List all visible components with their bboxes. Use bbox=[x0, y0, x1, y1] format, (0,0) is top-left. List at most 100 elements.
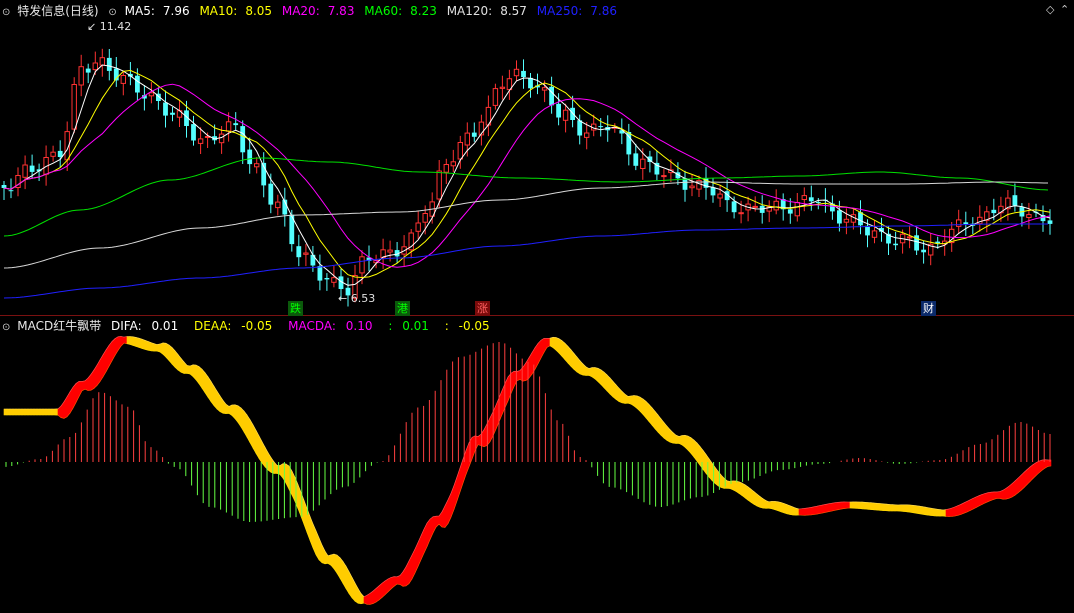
macd-ribbon-segment bbox=[150, 342, 155, 352]
candle-body-down bbox=[163, 102, 168, 116]
macd-ribbon-segment bbox=[192, 364, 197, 381]
candle-body-up bbox=[541, 87, 548, 91]
stock-chart-window[interactable]: ⊙ 特发信息(日线) ⊙ MA5: 7.96 MA10: 8.05 MA20: 7.8… bbox=[0, 0, 1074, 613]
macd-ribbon-segment bbox=[30, 408, 35, 416]
macd-ribbon-segment bbox=[714, 466, 719, 487]
chevron-up-icon[interactable]: ⌃ bbox=[1060, 3, 1069, 16]
event-marker-rise[interactable]: 涨 bbox=[475, 301, 490, 316]
candle-body-up bbox=[717, 193, 723, 199]
deaa-label: DEAA: -0.05 bbox=[194, 319, 273, 333]
macd-ribbon-segment bbox=[894, 504, 899, 512]
macd-ribbon-segment bbox=[912, 504, 917, 514]
macd-ribbon-segment bbox=[870, 502, 875, 511]
candle-body-down bbox=[921, 249, 926, 253]
macd-title[interactable]: MACD红牛飘带 bbox=[17, 319, 101, 333]
pane-divider[interactable] bbox=[0, 315, 1074, 316]
macd-ribbon-segment bbox=[945, 508, 950, 517]
chevron-up-icon[interactable]: ⊙ bbox=[108, 7, 116, 18]
high-price-label: ↙ 11.42 bbox=[87, 20, 132, 33]
ma60-line bbox=[3, 157, 1049, 237]
pane-toggle-icon[interactable]: ⊙ bbox=[2, 7, 10, 18]
macd-ribbon-segment bbox=[87, 373, 92, 391]
macd-ribbon-segment bbox=[15, 408, 20, 416]
stock-title[interactable]: 特发信息(日线) bbox=[17, 4, 98, 18]
candle-body-up bbox=[22, 164, 28, 178]
candle-body-up bbox=[50, 151, 56, 157]
macd-ribbon-segment bbox=[861, 501, 866, 510]
candle-body-down bbox=[57, 150, 63, 157]
candle-body-down bbox=[191, 124, 196, 141]
candle-body-up bbox=[689, 185, 695, 189]
candle-body-up bbox=[303, 252, 309, 255]
ma120-line bbox=[3, 181, 1048, 269]
macd-ribbon-segment bbox=[963, 500, 968, 514]
extra-label-2: : -0.05 bbox=[444, 319, 490, 333]
macd-ribbon-segment bbox=[111, 337, 116, 362]
macd-ribbon-segment bbox=[33, 408, 38, 416]
ma10-label: MA10: 8.05 bbox=[199, 4, 273, 18]
macd-ribbon-segment bbox=[966, 499, 971, 513]
macd-ribbon-segment bbox=[36, 408, 41, 416]
macd-ribbon-segment bbox=[138, 337, 143, 349]
pane-toggle-icon[interactable]: ⊙ bbox=[2, 322, 10, 333]
macd-ribbon-segment bbox=[798, 508, 803, 516]
macd-ribbon-segment bbox=[285, 463, 290, 490]
event-marker-finance[interactable]: 财 bbox=[921, 301, 936, 316]
candle-body-down bbox=[106, 57, 112, 71]
macd-ribbon-segment bbox=[234, 404, 239, 424]
macd-ribbon-segment bbox=[522, 361, 527, 382]
macd-ribbon-segment bbox=[291, 470, 296, 502]
candle-body-up bbox=[801, 195, 807, 201]
macd-ribbon-segment bbox=[993, 491, 998, 500]
macd-ribbon-segment bbox=[930, 507, 935, 517]
macd-ribbon-segment bbox=[819, 504, 824, 514]
macd-ribbon-segment bbox=[24, 408, 29, 416]
macd-ribbon-segment bbox=[939, 509, 944, 517]
candle-body-down bbox=[808, 197, 814, 202]
candle-body-down bbox=[787, 209, 793, 214]
candle-body-down bbox=[268, 183, 274, 205]
candle-body-up bbox=[254, 163, 260, 168]
macd-ribbon-segment bbox=[891, 504, 896, 512]
macd-ribbon-segment bbox=[876, 502, 881, 511]
macd-ribbon-segment bbox=[879, 503, 884, 511]
candle-body-up bbox=[871, 230, 878, 238]
candle-body-up bbox=[359, 256, 365, 274]
candle-body-up bbox=[92, 62, 98, 71]
macd-ribbon-segment bbox=[777, 501, 782, 513]
macd-ribbon-segment bbox=[516, 370, 521, 382]
chart-canvas[interactable] bbox=[0, 0, 1074, 613]
diamond-icon[interactable]: ◇ bbox=[1046, 3, 1054, 16]
event-marker-drop[interactable]: 跌 bbox=[288, 301, 303, 316]
candle-body-up bbox=[492, 88, 499, 106]
macd-ribbon-segment bbox=[873, 502, 878, 511]
macd-ribbon-segment bbox=[957, 503, 962, 516]
candle-body-down bbox=[135, 75, 140, 93]
macd-ribbon-segment bbox=[933, 508, 938, 517]
macd-ribbon-segment bbox=[414, 542, 419, 574]
macd-ribbon-segment bbox=[801, 507, 806, 516]
macd-ribbon-segment bbox=[333, 553, 338, 575]
ma20-line bbox=[3, 83, 1051, 268]
macd-ribbon-segment bbox=[6, 408, 11, 416]
candle-body-up bbox=[415, 222, 421, 232]
event-marker-hk[interactable]: 港 bbox=[395, 301, 410, 316]
macd-ribbon-segment bbox=[906, 504, 911, 513]
candle-body-down bbox=[815, 202, 821, 203]
macd-ribbon-segment bbox=[834, 501, 839, 511]
candle-body-up bbox=[752, 205, 758, 208]
difa-label: DIFA: 0.01 bbox=[111, 319, 179, 333]
macd-ribbon-segment bbox=[93, 364, 98, 390]
macda-label: MACDA: 0.10 bbox=[288, 319, 373, 333]
macd-ribbon-segment bbox=[504, 376, 509, 408]
ma10-line bbox=[3, 69, 1051, 279]
macd-ribbon-segment bbox=[918, 505, 923, 515]
macd-ribbon-segment bbox=[309, 516, 314, 549]
ma60-label: MA60: 8.23 bbox=[364, 4, 437, 18]
candle-body-up bbox=[71, 84, 77, 130]
macd-ribbon-segment bbox=[123, 336, 128, 345]
macd-ribbon-segment bbox=[789, 505, 794, 516]
candle-body-up bbox=[436, 170, 442, 200]
candle-body-down bbox=[324, 278, 330, 280]
macd-ribbon-segment bbox=[147, 340, 152, 352]
